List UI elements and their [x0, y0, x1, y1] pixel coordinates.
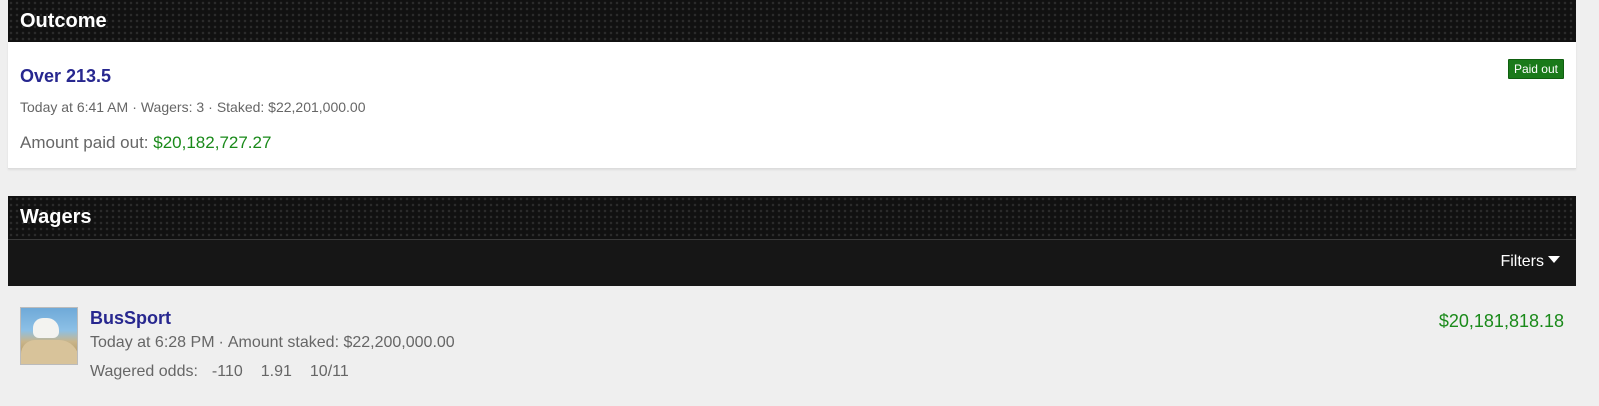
wager-meta: Today at 6:28 PM · Amount staked: $22,200,…	[90, 334, 455, 352]
odds-american: -110	[211, 363, 243, 380]
avatar-rock-shape	[21, 340, 77, 364]
paid-out-badge: Paid out	[1507, 59, 1564, 79]
wager-payout-amount: $20,181,818.18	[1438, 311, 1564, 331]
meta-separator: ·	[132, 99, 137, 115]
wager-row: BusSport Today at 6:28 PM · Amount staked:…	[8, 286, 1576, 406]
wagers-header: Wagers	[8, 196, 1576, 239]
meta-separator: ·	[218, 334, 224, 351]
page-scrollbar[interactable]	[1584, 0, 1599, 400]
filter-bar: Filters	[8, 239, 1576, 286]
wager-staked: Amount staked: $22,200,000.00	[227, 334, 455, 351]
caret-down-icon	[1548, 256, 1560, 264]
outcome-wagers-count: Wagers: 3	[140, 99, 205, 115]
odds-decimal: 1.91	[260, 363, 292, 380]
goat-avatar-icon	[33, 318, 59, 338]
paid-out-value: $20,182,727.27	[153, 133, 272, 152]
outcome-time: Today at 6:41 AM	[20, 99, 129, 115]
paid-out-label: Amount paid out:	[20, 133, 149, 152]
wager-username-link[interactable]: BusSport	[90, 308, 171, 329]
odds-label: Wagered odds:	[90, 363, 198, 380]
wager-odds: Wagered odds: -110 1.91 10/11	[90, 363, 367, 381]
outcome-body: Over 213.5 Today at 6:41 AM · Wagers: 3 · St…	[8, 42, 1576, 169]
wagers-panel: Wagers Filters BusSport Today at 6:28 PM…	[8, 196, 1576, 406]
outcome-header: Outcome	[8, 0, 1576, 42]
wager-time: Today at 6:28 PM	[90, 334, 215, 351]
outcome-staked: Staked: $22,201,000.00	[216, 99, 366, 115]
filters-label: Filters	[1500, 253, 1544, 270]
outcome-meta: Today at 6:41 AM · Wagers: 3 · Staked: $22,2…	[20, 99, 366, 115]
outcome-panel: Outcome Over 213.5 Today at 6:41 AM · Wage…	[8, 0, 1576, 169]
user-avatar[interactable]	[20, 307, 78, 365]
outcome-title-link[interactable]: Over 213.5	[20, 66, 111, 87]
meta-separator: ·	[208, 99, 213, 115]
odds-fractional: 10/11	[309, 363, 349, 380]
filters-button[interactable]: Filters	[1500, 253, 1560, 271]
outcome-paid-out: Amount paid out: $20,182,727.27	[20, 133, 271, 153]
